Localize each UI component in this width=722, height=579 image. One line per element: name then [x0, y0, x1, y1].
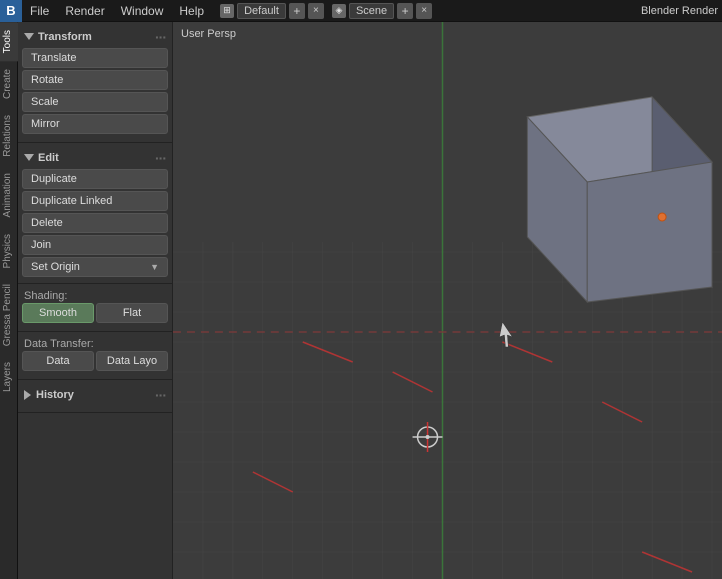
data-button[interactable]: Data — [22, 351, 94, 371]
viewport-label: User Persp — [181, 28, 236, 40]
tab-layers[interactable]: Layers — [0, 354, 18, 400]
scene-selector[interactable]: Scene — [349, 3, 394, 19]
blender-icon: B — [0, 0, 22, 22]
window-menu[interactable]: Window — [113, 0, 172, 21]
join-button[interactable]: Join — [22, 235, 168, 255]
transform-dots: ··· — [155, 29, 166, 45]
close-workspace-button[interactable]: × — [308, 3, 324, 19]
history-dots: ··· — [155, 387, 166, 403]
data-layers-button[interactable]: Data Layo — [96, 351, 168, 371]
tab-create[interactable]: Create — [0, 61, 18, 107]
viewport[interactable]: User Persp — [173, 22, 722, 579]
delete-button[interactable]: Delete — [22, 213, 168, 233]
top-bar: B File Render Window Help ⊞ Default + × … — [0, 0, 722, 22]
history-expand-icon — [24, 390, 32, 400]
mirror-button[interactable]: Mirror — [22, 114, 168, 134]
edit-title: Edit — [38, 152, 59, 164]
scene-icon: ◈ — [332, 4, 346, 18]
set-origin-label: Set Origin — [31, 261, 80, 273]
transform-section: Transform ··· Translate Rotate Scale Mir… — [18, 22, 172, 143]
workspace-selector[interactable]: Default — [237, 3, 286, 19]
flat-button[interactable]: Flat — [96, 303, 168, 323]
transform-collapse-icon — [24, 33, 34, 41]
data-transfer-section: Data Transfer: Data Data Layo — [18, 332, 172, 380]
history-section: History ··· — [18, 380, 172, 413]
edit-dots: ··· — [155, 150, 166, 166]
rotate-button[interactable]: Rotate — [22, 70, 168, 90]
data-transfer-label: Data Transfer: — [22, 336, 168, 351]
help-menu[interactable]: Help — [171, 0, 212, 21]
render-menu[interactable]: Render — [57, 0, 112, 21]
blender-logo: B — [6, 3, 15, 18]
duplicate-button[interactable]: Duplicate — [22, 169, 168, 189]
add-scene-button[interactable]: + — [397, 3, 413, 19]
history-header[interactable]: History ··· — [22, 384, 168, 406]
data-transfer-row: Data Data Layo — [22, 351, 168, 371]
vertical-tabs: Tools Create Relations Animation Physics… — [0, 22, 18, 579]
tab-grease-pencil[interactable]: Gressa Pencil — [0, 276, 18, 354]
workspace-icon: ⊞ — [220, 4, 234, 18]
set-origin-arrow: ▼ — [150, 262, 159, 272]
translate-button[interactable]: Translate — [22, 48, 168, 68]
edit-header[interactable]: Edit ··· — [22, 147, 168, 169]
engine-name: Blender Render — [641, 5, 718, 17]
edit-collapse-icon — [24, 154, 34, 162]
scene-name: Scene — [356, 5, 387, 17]
set-origin-select[interactable]: Set Origin ▼ — [22, 257, 168, 277]
scale-button[interactable]: Scale — [22, 92, 168, 112]
smooth-button[interactable]: Smooth — [22, 303, 94, 323]
shading-row: Smooth Flat — [22, 303, 168, 323]
engine-selector[interactable]: Blender Render — [641, 5, 722, 17]
tab-tools[interactable]: Tools — [0, 22, 18, 61]
add-workspace-button[interactable]: + — [289, 3, 305, 19]
file-menu[interactable]: File — [22, 0, 57, 21]
workspace-name: Default — [244, 5, 279, 17]
tools-panel: Transform ··· Translate Rotate Scale Mir… — [18, 22, 173, 579]
shading-section: Shading: Smooth Flat — [18, 284, 172, 332]
tab-relations[interactable]: Relations — [0, 107, 18, 165]
viewport-grid — [173, 22, 722, 579]
shading-label: Shading: — [22, 288, 168, 303]
tab-physics[interactable]: Physics — [0, 226, 18, 276]
tab-animation[interactable]: Animation — [0, 165, 18, 225]
edit-section: Edit ··· Duplicate Duplicate Linked Dele… — [18, 143, 172, 284]
duplicate-linked-button[interactable]: Duplicate Linked — [22, 191, 168, 211]
transform-title: Transform — [38, 31, 92, 43]
close-scene-button[interactable]: × — [416, 3, 432, 19]
history-title: History — [36, 389, 74, 401]
transform-header[interactable]: Transform ··· — [22, 26, 168, 48]
menu-bar: File Render Window Help — [22, 0, 212, 21]
main-content: Tools Create Relations Animation Physics… — [0, 22, 722, 579]
